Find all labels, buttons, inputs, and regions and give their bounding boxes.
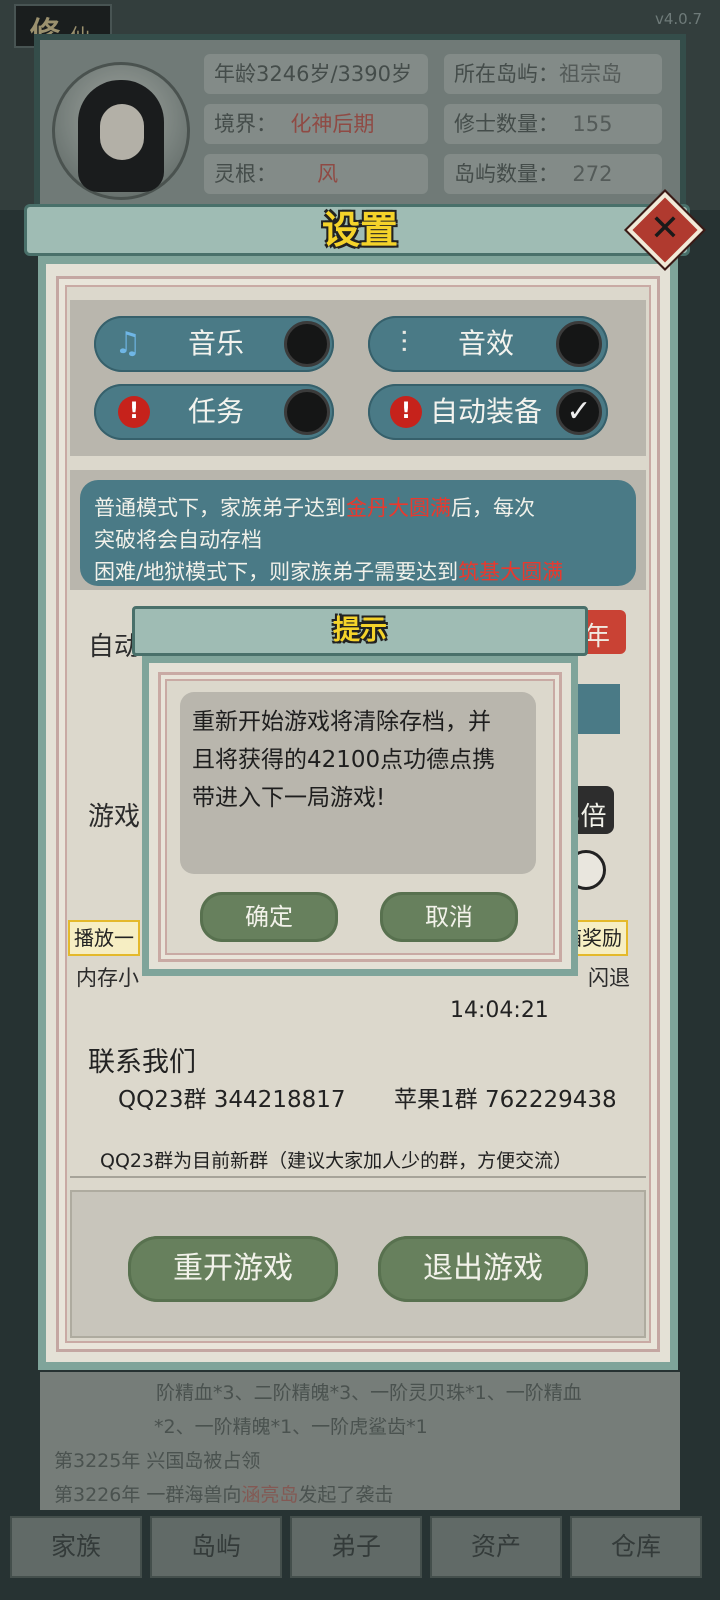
notice-line: 困难/地狱模式下，则家族弟子需要达到筑基大圆满 xyxy=(94,556,563,586)
task-switch[interactable] xyxy=(284,389,330,435)
sound-switch[interactable] xyxy=(556,321,602,367)
alert-icon: ! xyxy=(390,396,422,428)
prompt-message-line: 重新开始游戏将清除存档，并 xyxy=(192,709,491,735)
notice-text: 普通模式下，家族弟子达到 xyxy=(94,496,346,520)
notice-line: 普通模式下，家族弟子达到金丹大圆满后，每次 xyxy=(94,492,535,522)
crash-hint: 闪退 xyxy=(588,966,630,990)
game-setting-label: 游戏 xyxy=(88,802,141,832)
contact-note: QQ23群为目前新群（建议大家加人少的群，方便交流） xyxy=(100,1150,573,1172)
apple-group-info: 苹果1群 762229438 xyxy=(394,1087,617,1113)
equalizer-icon: ⫶ xyxy=(400,326,408,361)
music-switch[interactable] xyxy=(284,321,330,367)
notice-line: 突破将会自动存档 xyxy=(94,528,262,552)
task-label: 任务 xyxy=(188,395,245,428)
music-note-icon: ♫ xyxy=(114,326,142,361)
notice-highlight: 筑基大圆满 xyxy=(458,560,564,584)
clock-time: 14:04:21 xyxy=(450,998,549,1023)
exit-game-button[interactable]: 退出游戏 xyxy=(378,1236,588,1302)
confirm-button[interactable]: 确定 xyxy=(200,892,338,942)
prompt-message-line: 带进入下一局游戏! xyxy=(192,785,386,811)
close-icon[interactable]: ✕ xyxy=(638,203,692,257)
music-label: 音乐 xyxy=(188,327,245,360)
prompt-message-line: 且将获得的42100点功德点携 xyxy=(192,747,496,773)
alert-icon: ! xyxy=(118,396,150,428)
checkmark-icon: ✓ xyxy=(566,394,592,429)
divider xyxy=(70,1176,646,1178)
prompt-title: 提示 xyxy=(333,615,387,646)
qq-group-info: QQ23群 344218817 xyxy=(118,1087,346,1113)
sound-label: 音效 xyxy=(458,327,515,360)
ad-play-tag[interactable]: 播放一 xyxy=(68,920,140,956)
settings-title: 设置 xyxy=(321,208,398,252)
memory-hint: 内存小 xyxy=(76,966,139,990)
notice-highlight: 金丹大圆满 xyxy=(346,496,451,520)
restart-game-button[interactable]: 重开游戏 xyxy=(128,1236,338,1302)
notice-text: 困难/地狱模式下，则家族弟子需要达到 xyxy=(94,560,459,584)
cancel-button[interactable]: 取消 xyxy=(380,892,518,942)
notice-text: 后，每次 xyxy=(451,496,535,520)
contact-title: 联系我们 xyxy=(88,1047,196,1078)
auto-equip-label: 自动装备 xyxy=(430,395,543,428)
